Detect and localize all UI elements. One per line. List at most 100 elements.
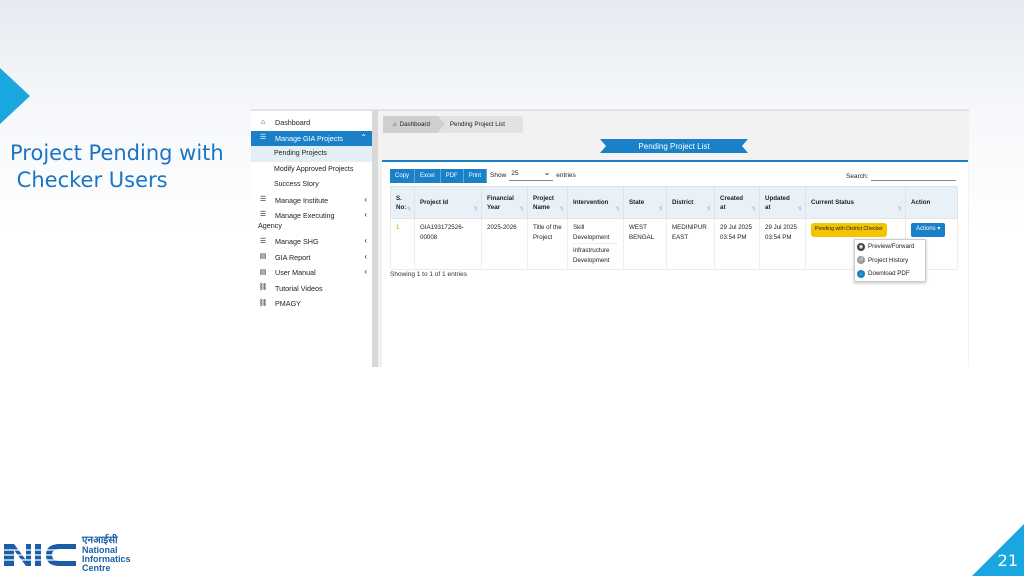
col-action: Action	[905, 186, 958, 219]
sort-icon: ⇅	[797, 206, 802, 212]
list-icon: ☰	[259, 237, 267, 245]
sidebar-item-label-line1: Manage Executing	[275, 211, 335, 220]
col-state[interactable]: State ⇅	[623, 186, 667, 219]
sidebar-item-user-manual[interactable]: ▤ User Manual ‹	[251, 265, 372, 281]
sidebar-item-gia-report[interactable]: ▤ GIA Report ‹	[251, 250, 372, 266]
sidebar-item-label: GIA Report	[275, 252, 311, 262]
sort-icon: ⇅	[519, 206, 524, 212]
search-label: Search:	[846, 172, 869, 180]
nic-line-3: Centre	[82, 563, 111, 573]
sidebar-item-label: PMAGY	[275, 299, 301, 309]
eye-icon: ◉	[857, 242, 865, 251]
col-updated-at-label: Updated at	[765, 194, 790, 211]
intervention-item: Infrastructure Development	[573, 247, 610, 264]
sidebar-subitem-pending-projects[interactable]: Pending Projects	[251, 146, 372, 162]
entries-label: entries	[556, 172, 576, 179]
search-area: Search:	[846, 171, 957, 181]
copy-button[interactable]: Copy	[390, 169, 416, 183]
col-project-id-label: Project Id	[420, 199, 449, 206]
status-badge: Pending with District Checker	[811, 223, 887, 237]
entries-selector: Show 25 entries	[490, 168, 576, 181]
sidebar-item-manage-executing-agency[interactable]: ☰ Manage Executing Agency ‹	[251, 208, 372, 234]
table-info: Showing 1 to 1 of 1 entries	[390, 271, 467, 278]
chevron-left-icon: ‹	[364, 194, 367, 204]
col-project-name[interactable]: Project Name ⇅	[527, 186, 568, 219]
list-icon: ☰	[259, 196, 267, 204]
breadcrumb-current: Pending Project List	[449, 121, 505, 128]
sidebar-item-label-line2: Agency	[258, 221, 282, 230]
sort-icon: ⇅	[406, 206, 411, 212]
menu-item-preview-forward[interactable]: ◉ Preview/Forward	[855, 240, 925, 254]
sidebar-item-dashboard[interactable]: ⌂ Dashboard	[251, 115, 372, 131]
cell-project-name: Title of the Project	[527, 218, 568, 270]
menu-item-label: Download PDF	[868, 270, 910, 278]
col-intervention[interactable]: Intervention ⇅	[567, 186, 624, 219]
excel-button[interactable]: Excel	[415, 169, 441, 183]
sidebar-item-label: Manage GIA Projects	[275, 133, 343, 143]
col-financial-year[interactable]: Financial Year ⇅	[481, 186, 528, 219]
cell-project-id: GIA193172526-00008	[414, 218, 482, 270]
col-sno[interactable]: S. No: ⇅	[390, 186, 415, 219]
show-label: Show	[490, 172, 507, 179]
history-icon: ↺	[857, 256, 865, 265]
link-icon: ⛓	[258, 299, 268, 307]
chevron-left-icon: ‹	[364, 210, 367, 219]
breadcrumb-home-label: Dashboard	[399, 121, 430, 128]
chevron-up-icon: ⌃	[360, 132, 367, 142]
sort-icon: ⇅	[706, 206, 711, 212]
sidebar-item-manage-institute[interactable]: ☰ Manage Institute ‹	[251, 193, 372, 209]
slide-title: Project Pending with Checker Users	[10, 140, 245, 194]
sidebar-item-manage-shg[interactable]: ☰ Manage SHG ‹	[251, 234, 372, 250]
sidebar-subitem-modify-approved-projects[interactable]: Modify Approved Projects	[251, 162, 372, 178]
cell-district: MEDINIPUR EAST	[666, 218, 715, 270]
col-updated-at[interactable]: Updated at ⇅	[759, 186, 806, 219]
table-header-row: S. No: ⇅ Project Id ⇅ Financial Year ⇅ Projec…	[390, 186, 958, 219]
file-icon: ▤	[259, 253, 267, 261]
sort-icon: ⇅	[559, 206, 564, 212]
main-content: ⌂ Dashboard Pending Project List Pending…	[372, 111, 969, 367]
cell-created-at: 29 Jul 2025 03:54 PM	[714, 218, 760, 270]
chevron-left-icon: ‹	[364, 251, 367, 261]
breadcrumb-home[interactable]: ⌂ Dashboard	[383, 116, 445, 133]
entries-select[interactable]: 25	[509, 168, 554, 181]
app-screenshot: ⌂ Dashboard ☰ Manage GIA Projects ⌃ Pend…	[251, 109, 969, 367]
nic-logo: एनआईसी National Informatics Centre	[4, 536, 134, 573]
sidebar-item-tutorial-videos[interactable]: ⛓ Tutorial Videos	[251, 281, 372, 297]
breadcrumb: ⌂ Dashboard Pending Project List	[383, 116, 523, 133]
col-district-label: District	[672, 199, 694, 206]
col-project-name-label: Project Name	[533, 194, 554, 211]
col-current-status[interactable]: Current Status ⇅	[805, 186, 906, 219]
col-project-id[interactable]: Project Id ⇅	[414, 186, 482, 219]
col-district[interactable]: District ⇅	[666, 186, 715, 219]
cell-sno: 1	[390, 218, 415, 270]
pdf-button[interactable]: PDF	[440, 169, 464, 183]
list-icon: ☰	[259, 134, 267, 142]
sidebar-item-label: Manage Executing Agency	[258, 211, 335, 231]
col-state-label: State	[629, 199, 645, 206]
cell-state: WEST BENGAL	[623, 218, 667, 270]
menu-item-download-pdf[interactable]: ↓ Download PDF	[855, 267, 925, 281]
nic-mark-icon	[4, 544, 78, 566]
slide-title-line-1: Project Pending with	[10, 141, 224, 165]
print-button[interactable]: Print	[463, 169, 488, 183]
project-list-card: Copy Excel PDF Print Show 25 entries Sea…	[382, 160, 968, 367]
sidebar-item-manage-gia-projects[interactable]: ☰ Manage GIA Projects ⌃	[251, 130, 372, 146]
sidebar-scrollbar[interactable]	[372, 111, 378, 367]
col-action-label: Action	[911, 199, 931, 206]
sort-icon: ⇅	[897, 206, 902, 212]
menu-item-project-history[interactable]: ↺ Project History	[855, 254, 925, 268]
col-created-at[interactable]: Created at ⇅	[714, 186, 760, 219]
file-icon: ▤	[259, 268, 267, 276]
search-input[interactable]	[871, 171, 957, 181]
sidebar-subitem-success-story[interactable]: Success Story	[251, 177, 372, 193]
sidebar-item-label: User Manual	[275, 268, 316, 278]
slide-title-line-2: Checker Users	[10, 168, 168, 192]
sidebar-item-label: Manage Institute	[275, 195, 329, 205]
sidebar-item-pmagy[interactable]: ⛓ PMAGY	[251, 296, 372, 312]
col-created-at-label: Created at	[720, 194, 744, 211]
actions-button[interactable]: Actions ▾	[911, 223, 946, 237]
nic-text: एनआईसी National Informatics Centre	[82, 536, 131, 573]
menu-item-label: Preview/Forward	[868, 243, 915, 251]
chevron-left-icon: ‹	[364, 267, 367, 276]
sidebar-item-label: Dashboard	[275, 118, 311, 128]
